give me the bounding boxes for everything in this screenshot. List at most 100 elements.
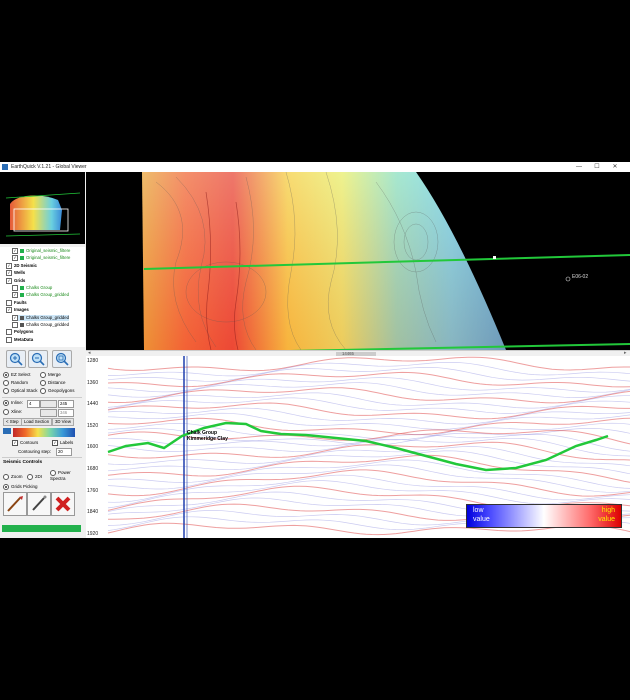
radio-geopolygons[interactable]: Geopolygons xyxy=(40,388,75,394)
inline-value-field[interactable]: 245 xyxy=(58,400,74,408)
tree-item[interactable]: Faults xyxy=(6,299,27,306)
xline-value-field[interactable]: 346 xyxy=(58,409,74,417)
xline-slider[interactable] xyxy=(40,409,57,417)
close-button[interactable]: ✕ xyxy=(608,162,622,172)
radio-optical-stack[interactable]: Optical Stack xyxy=(3,388,38,394)
radio-xline[interactable]: Xline: xyxy=(3,409,22,415)
seismic-controls-header: Seismic Controls xyxy=(3,460,43,465)
step-button[interactable]: < Step xyxy=(3,418,22,426)
tree-item-label: Polygons xyxy=(14,329,34,335)
tree-item[interactable]: ✓ Grids xyxy=(6,277,26,284)
radio-label: Xline: xyxy=(11,409,23,415)
inline-slider[interactable] xyxy=(40,400,57,408)
tree-item[interactable]: ✓ 2D Seismic xyxy=(6,262,37,269)
tree-item-checkbox[interactable]: ✓ xyxy=(12,314,18,321)
tree-item[interactable]: MetaData xyxy=(6,336,34,343)
radio-label: 2DI xyxy=(35,474,43,480)
tree-item-label: Chalks Group_gridded xyxy=(26,322,69,328)
tree-item[interactable]: Polygons xyxy=(6,329,34,336)
radio-ez-select[interactable]: EZ Select xyxy=(3,372,31,378)
radio-grids-picking[interactable]: Grids Picking xyxy=(3,484,38,490)
tree-item-checkbox[interactable]: ✓ xyxy=(6,307,12,314)
tree-item-label: MetaData xyxy=(14,336,34,342)
radio-dot xyxy=(3,372,9,378)
edit-horizon-button[interactable] xyxy=(27,492,51,516)
tree-item[interactable]: ✓ Wells xyxy=(6,270,26,277)
contouring-step-label: Contouring step: xyxy=(18,449,52,454)
divider xyxy=(2,397,82,398)
tree-item-checkbox[interactable] xyxy=(6,336,12,343)
amplitude-legend: low value high value xyxy=(466,504,622,528)
colormap-bar[interactable] xyxy=(13,428,75,437)
tree-item-label: Grids xyxy=(14,277,26,283)
map-view[interactable]: E06-02 xyxy=(86,172,630,350)
section-handle[interactable] xyxy=(493,256,496,259)
layer-swatch-icon xyxy=(20,286,24,290)
layer-swatch-icon xyxy=(20,323,24,327)
tree-item-checkbox[interactable] xyxy=(6,299,12,306)
layer-swatch-icon xyxy=(20,293,24,298)
radio-zoom[interactable]: Zoom xyxy=(3,474,23,480)
tree-item-checkbox[interactable]: ✓ xyxy=(12,292,18,299)
radio-dot xyxy=(3,474,9,480)
minimap-section-line xyxy=(5,233,81,237)
tree-item-checkbox[interactable] xyxy=(12,322,18,328)
tree-item-checkbox[interactable]: ✓ xyxy=(6,270,12,277)
3d-view-button[interactable]: 3D View xyxy=(52,418,74,426)
app-window: EarthQuick V.1.21 - Global Viewer — ☐ ✕ xyxy=(0,162,630,538)
color-picker-icon[interactable] xyxy=(3,428,11,434)
tree-item-label: Original_seismic_filtere xyxy=(26,255,71,261)
pick-horizon-button[interactable] xyxy=(3,492,27,516)
tree-item[interactable]: Chalks Group_gridded xyxy=(12,322,69,328)
delete-horizon-button[interactable] xyxy=(51,492,75,516)
tree-item-checkbox[interactable] xyxy=(6,329,12,336)
radio-dot xyxy=(3,380,9,386)
labels-checkbox[interactable]: ✓ Labels xyxy=(52,440,73,446)
zoom-out-button[interactable] xyxy=(28,350,48,368)
tree-item-label: Chalks Group xyxy=(26,285,53,291)
picked-horizon[interactable] xyxy=(107,421,609,472)
layer-swatch-icon xyxy=(20,249,24,253)
radio-label: Geopolygons xyxy=(48,388,75,394)
radio-distance[interactable]: Distance xyxy=(40,380,66,386)
tree-item-checkbox[interactable]: ✓ xyxy=(12,248,18,254)
radio-random[interactable]: Random xyxy=(3,380,28,386)
minimap-surface xyxy=(10,195,62,230)
radio-2di[interactable]: 2DI xyxy=(27,474,42,480)
contours-checkbox[interactable]: ✓ Contours xyxy=(12,440,38,446)
app-icon xyxy=(2,164,8,170)
tree-item[interactable]: ✓ Images xyxy=(6,307,29,314)
radio-dot xyxy=(27,474,33,480)
tree-item[interactable]: ✓ Chalks Group_gridded xyxy=(12,292,69,299)
radio-dot xyxy=(3,484,9,490)
minimize-button[interactable]: — xyxy=(572,162,586,172)
tree-item[interactable]: ✓ Chalks Group_gridded xyxy=(12,314,69,321)
radio-power-spectra[interactable]: Power Spectra xyxy=(50,470,80,481)
tree-item-label: Faults xyxy=(14,299,27,305)
tree-item[interactable]: ✓ Original_seismic_filtere xyxy=(12,248,70,254)
seismic-section[interactable]: 1280 1360 1440 1520 1600 1680 1760 1840 1920 Cha… xyxy=(86,356,630,538)
zoom-extent-button[interactable] xyxy=(52,350,72,368)
layer-swatch-icon xyxy=(20,315,24,320)
tree-item-label: Wells xyxy=(14,270,26,276)
tree-item-label: Chalks Group_gridded xyxy=(26,292,69,298)
brush-icon xyxy=(7,496,23,512)
maximize-button[interactable]: ☐ xyxy=(590,162,604,172)
overview-minimap[interactable] xyxy=(0,172,85,244)
step-spinner[interactable]: 4 xyxy=(27,400,40,408)
zoom-in-button[interactable] xyxy=(6,350,26,368)
tree-item-checkbox[interactable] xyxy=(12,285,18,291)
tree-item[interactable]: Chalks Group xyxy=(12,285,52,291)
well-marker[interactable] xyxy=(565,276,571,282)
radio-merge[interactable]: Merge xyxy=(40,372,61,378)
tree-item-checkbox[interactable]: ✓ xyxy=(6,262,12,269)
map-canvas: E06-02 xyxy=(142,172,630,350)
tree-item-checkbox[interactable]: ✓ xyxy=(6,277,12,284)
contouring-step-field[interactable]: 20 xyxy=(56,448,72,456)
tree-item[interactable]: ✓ Original_seismic_filtere xyxy=(12,255,71,262)
radio-inline[interactable]: Inline: xyxy=(3,400,23,406)
layer-tree[interactable]: ✓ Original_seismic_filtere ✓ Original_seism… xyxy=(0,247,85,347)
radio-label: EZ Select xyxy=(11,372,31,378)
tree-item-checkbox[interactable]: ✓ xyxy=(12,255,18,262)
load-section-button[interactable]: Load Section xyxy=(21,418,53,426)
